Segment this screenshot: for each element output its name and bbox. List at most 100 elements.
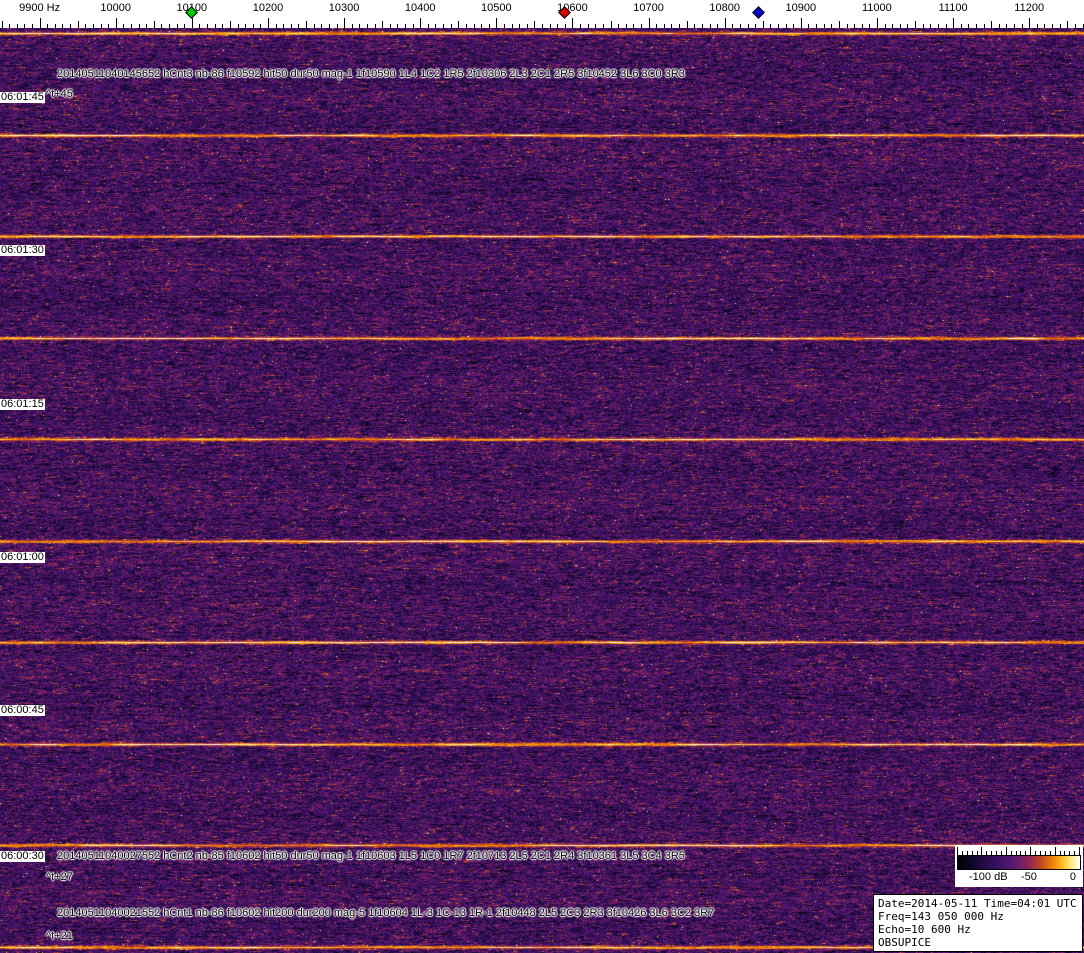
freq-tick <box>199 24 201 28</box>
freq-tick <box>222 24 224 28</box>
db-tick <box>966 851 968 855</box>
freq-tick <box>503 24 505 28</box>
freq-tick <box>1021 24 1023 28</box>
freq-tick <box>488 24 490 28</box>
freq-tick <box>602 24 604 28</box>
freq-tick <box>313 24 315 28</box>
freq-tick <box>823 24 825 28</box>
freq-tick <box>519 24 521 28</box>
freq-tick <box>336 24 338 28</box>
freq-tick-label: 10800 <box>709 2 740 14</box>
freq-tick <box>625 24 627 28</box>
freq-tick-label: 10900 <box>785 2 817 14</box>
freq-tick <box>245 24 247 28</box>
freq-tick <box>412 24 414 28</box>
db-tick <box>1054 847 1056 855</box>
db-tick <box>1079 847 1080 855</box>
freq-tick <box>260 24 262 28</box>
db-label-mid: -50 <box>1021 871 1037 883</box>
db-tick <box>981 847 983 855</box>
freq-tick <box>397 24 399 28</box>
time-label: 06:01:30 <box>0 244 45 256</box>
freq-tick <box>831 24 833 28</box>
freq-tick <box>998 24 1000 28</box>
freq-tick <box>1006 24 1008 28</box>
freq-tick <box>610 21 612 28</box>
freq-tick <box>123 24 125 28</box>
freq-tick-label: 10300 <box>328 2 360 14</box>
freq-tick <box>229 21 231 28</box>
freq-tick <box>283 24 285 28</box>
freq-tick <box>724 18 726 28</box>
freq-tick <box>435 24 437 28</box>
freq-tick <box>557 24 559 28</box>
time-label: 06:00:45 <box>0 704 45 716</box>
freq-tick <box>884 24 886 28</box>
db-tick <box>1000 851 1002 855</box>
freq-tick <box>54 24 56 28</box>
freq-tick-label: 11100 <box>938 2 968 14</box>
freq-tick <box>473 24 475 28</box>
freq-tick <box>869 24 871 28</box>
freq-tick <box>816 24 817 28</box>
db-tick <box>961 851 963 855</box>
freq-tick <box>351 24 353 28</box>
freq-tick <box>975 24 977 28</box>
freq-tick <box>458 21 460 28</box>
freq-tick <box>526 24 528 28</box>
freq-tick <box>450 24 452 28</box>
freq-tick <box>359 24 361 28</box>
freq-tick <box>275 24 277 28</box>
freq-tick <box>427 24 429 28</box>
blue-diamond-marker-icon[interactable] <box>752 6 765 19</box>
freq-tick <box>656 24 658 28</box>
freq-tick <box>420 18 422 28</box>
info-date-time: Date=2014-05-11 Time=04:01 UTC <box>878 897 1077 910</box>
db-tick <box>1040 851 1041 855</box>
freq-tick <box>922 24 924 28</box>
db-tick <box>986 851 988 855</box>
db-tick <box>991 851 993 855</box>
db-tick <box>1059 851 1061 855</box>
db-tick <box>1049 851 1051 855</box>
freq-tick <box>169 24 170 28</box>
freq-tick <box>762 21 764 28</box>
freq-tick <box>846 24 848 28</box>
freq-tick <box>237 24 239 28</box>
db-tick <box>1015 851 1017 855</box>
db-label-max: 0 <box>1069 871 1076 883</box>
db-tick <box>957 847 958 855</box>
freq-tick <box>968 24 970 28</box>
freq-tick <box>321 24 323 28</box>
info-station: OBSUPICE <box>878 936 931 949</box>
freq-tick <box>648 18 650 28</box>
freq-tick <box>663 24 665 28</box>
freq-tick <box>1052 24 1053 28</box>
spectrogram-app: 9900 Hz100001010010200103001040010500106… <box>0 0 1084 953</box>
freq-tick <box>701 24 703 28</box>
freq-tick <box>755 24 757 28</box>
freq-tick <box>328 24 330 28</box>
db-gradient-bar <box>957 855 1081 870</box>
db-tick <box>1025 851 1027 855</box>
freq-tick <box>443 24 444 28</box>
freq-tick-label: 11200 <box>1014 2 1045 14</box>
freq-tick <box>686 21 688 28</box>
freq-tick <box>937 24 939 28</box>
freq-tick <box>382 21 384 28</box>
detection-text: 20140511040021552 hCnt1 nb-86 f10602 hit… <box>57 907 715 919</box>
db-label-min: -100 dB <box>969 871 1008 883</box>
time-label: 06:01:15 <box>0 398 45 410</box>
db-tick <box>1044 851 1046 855</box>
freq-tick <box>534 21 536 28</box>
freq-tick-label: 10500 <box>481 2 512 14</box>
freq-tick <box>252 24 254 28</box>
freq-tick <box>115 18 117 28</box>
freq-tick <box>595 24 597 28</box>
freq-tick <box>709 24 711 28</box>
freq-tick <box>930 24 932 28</box>
freq-tick <box>618 24 620 28</box>
freq-tick <box>70 24 71 28</box>
time-label: 06:00:30 <box>0 850 45 862</box>
freq-tick <box>991 21 993 28</box>
